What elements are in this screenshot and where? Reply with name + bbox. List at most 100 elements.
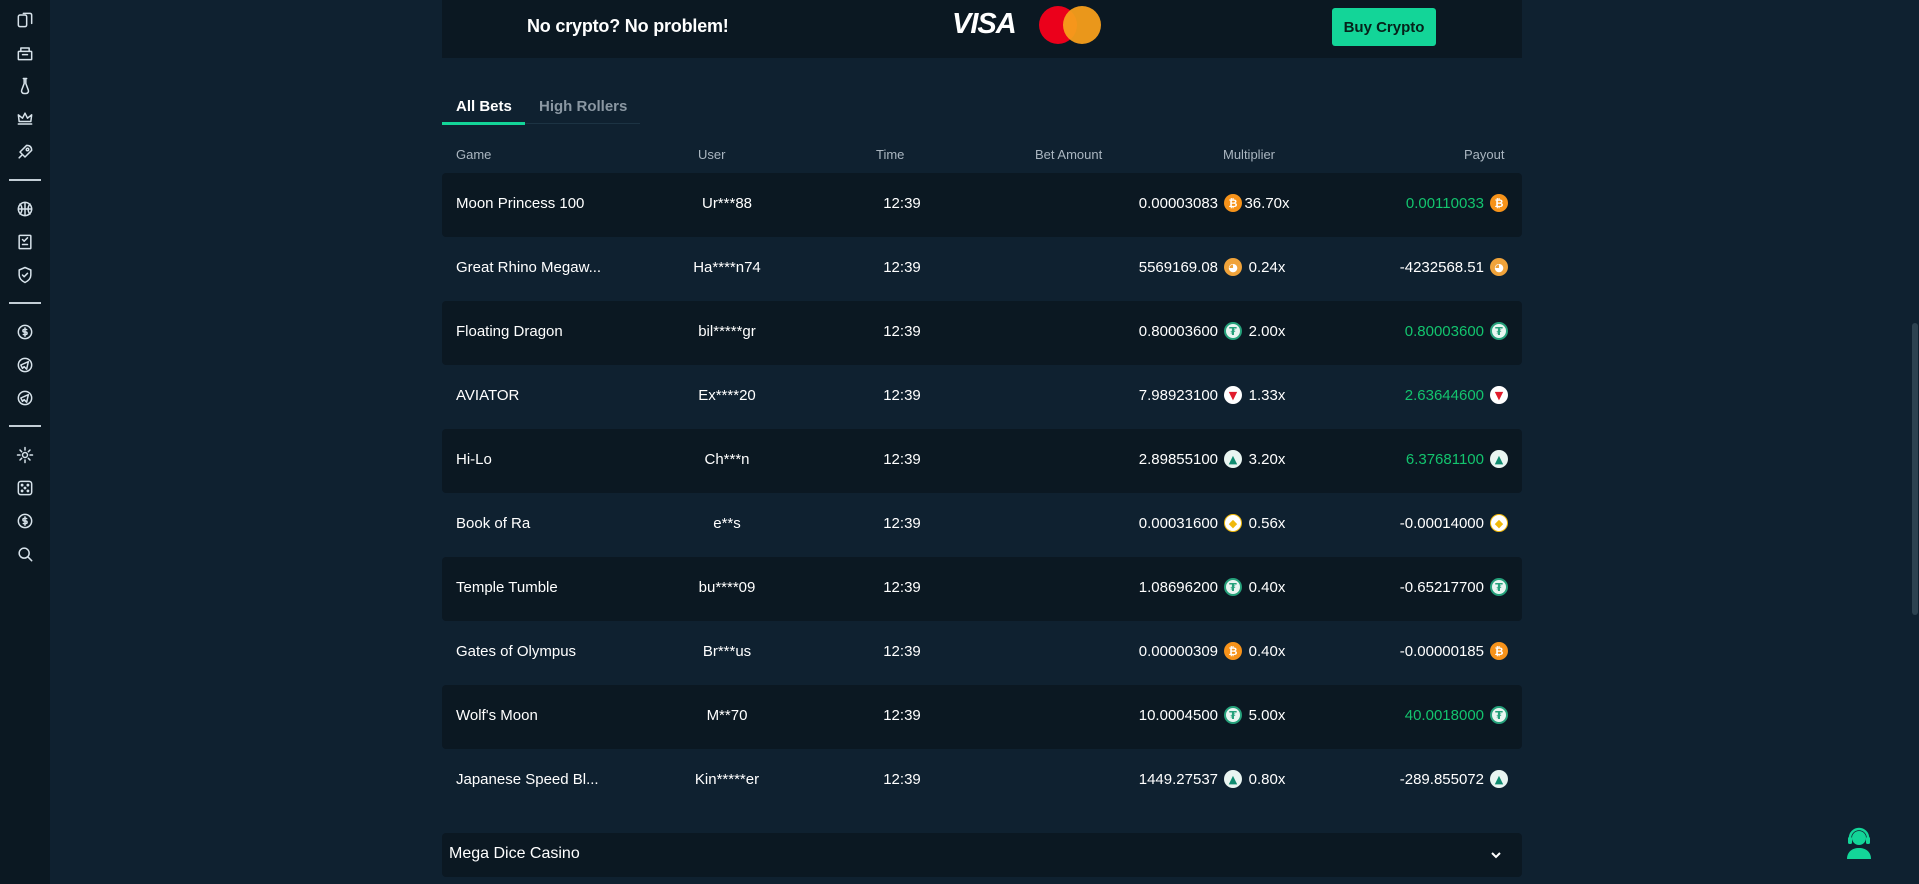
payout: -4232568.51 ◕ <box>1252 258 1508 276</box>
bet-time: 12:39 <box>883 387 921 404</box>
bet-time: 12:39 <box>883 579 921 596</box>
header-multiplier: Multiplier <box>1223 147 1276 162</box>
btc-coin-icon: ₿ <box>1490 642 1508 660</box>
payout-value: -0.00014000 <box>1399 514 1484 532</box>
game-name[interactable]: Temple Tumble <box>456 579 616 596</box>
usdt-coin-icon: ₮ <box>1490 578 1508 596</box>
table-row[interactable]: Gates of Olympus Br***us 12:39 0.00000309 ₿ 0… <box>442 621 1522 685</box>
bet-time: 12:39 <box>883 451 921 468</box>
usdt-coin-icon: ₮ <box>1490 706 1508 724</box>
payout: 40.0018000 ₮ <box>1252 706 1508 724</box>
payout: 6.37681100 ▲ <box>1252 450 1508 468</box>
bet-time: 12:39 <box>883 643 921 660</box>
payout: 0.80003600 ₮ <box>1252 322 1508 340</box>
telegram-alt-icon[interactable] <box>13 386 37 410</box>
payout-value: -289.855072 <box>1399 770 1484 788</box>
support-agent-icon[interactable] <box>1843 826 1875 860</box>
table-row[interactable]: Great Rhino Megaw... Ha****n74 12:39 556916… <box>442 237 1522 301</box>
table-row[interactable]: Temple Tumble bu****09 12:39 1.08696200 ₮ 0.4… <box>442 557 1522 621</box>
payout: -0.00014000 ◆ <box>1252 514 1508 532</box>
game-name[interactable]: Japanese Speed Bl... <box>456 771 616 788</box>
coupon-icon[interactable] <box>13 230 37 254</box>
telegram-icon[interactable] <box>13 353 37 377</box>
payout-value: 6.37681100 <box>1405 450 1484 468</box>
bnb-coin-icon: ◆ <box>1490 514 1508 532</box>
header-bet-amount: Bet Amount <box>1035 147 1103 162</box>
trx-coin-icon: ▼ <box>1490 386 1508 404</box>
bet-time: 12:39 <box>883 515 921 532</box>
basketball-icon[interactable] <box>13 197 37 221</box>
user-name: Kin*****er <box>694 771 760 788</box>
table-row[interactable]: Japanese Speed Bl... Kin*****er 12:39 1449.… <box>442 749 1522 813</box>
payout-value: -4232568.51 <box>1399 258 1484 276</box>
buy-crypto-banner: No crypto? No problem! VISA Buy Crypto <box>442 0 1522 58</box>
cards-icon[interactable] <box>13 8 37 32</box>
bet-time: 12:39 <box>883 259 921 276</box>
rocket-icon[interactable] <box>13 140 37 164</box>
user-name: bil*****gr <box>698 323 756 340</box>
game-name[interactable]: Book of Ra <box>456 515 616 532</box>
usdt-coin-icon: ₮ <box>1490 322 1508 340</box>
chevron-down-icon[interactable] <box>1488 847 1504 863</box>
game-name[interactable]: Gates of Olympus <box>456 643 616 660</box>
game-name[interactable]: Floating Dragon <box>456 323 616 340</box>
table-row[interactable]: Book of Ra e**s 12:39 0.00031600 ◆ 0.56x -0.00… <box>442 493 1522 557</box>
game-name[interactable]: Great Rhino Megaw... <box>456 259 616 276</box>
accordion-title: Mega Dice Casino <box>449 845 580 862</box>
payout-value: 0.00110033 <box>1405 194 1484 212</box>
user-name: e**s <box>713 515 741 532</box>
sidebar-divider <box>9 302 41 304</box>
table-row[interactable]: Hi-Lo Ch***n 12:39 2.89855100 ▲ 3.20x 6.376811… <box>442 429 1522 493</box>
sidebar-divider <box>9 425 41 427</box>
shield-icon[interactable] <box>13 263 37 287</box>
tab-all-bets[interactable]: All Bets <box>456 98 512 115</box>
table-row[interactable]: Moon Princess 100 Ur***88 12:39 0.00003083 ₿… <box>442 173 1522 237</box>
table-row[interactable]: Wolf's Moon M**70 12:39 10.0004500 ₮ 5.00x 40.… <box>442 685 1522 749</box>
main-content: No crypto? No problem! VISA Buy Crypto A… <box>442 0 1522 877</box>
buy-crypto-button[interactable]: Buy Crypto <box>1332 8 1436 46</box>
user-name: bu****09 <box>698 579 756 596</box>
game-name[interactable]: AVIATOR <box>456 387 616 404</box>
payout-value: -0.65217700 <box>1399 578 1484 596</box>
game-name[interactable]: Hi-Lo <box>456 451 616 468</box>
active-tab-indicator <box>442 122 525 125</box>
game-name[interactable]: Wolf's Moon <box>456 707 616 724</box>
bet-time: 12:39 <box>883 323 921 340</box>
header-user: User <box>698 147 726 162</box>
settings-icon[interactable] <box>13 443 37 467</box>
user-name: Ex****20 <box>698 387 756 404</box>
user-name: Br***us <box>702 643 752 660</box>
payout: -0.00000185 ₿ <box>1252 642 1508 660</box>
tri-coin-icon: ▲ <box>1490 450 1508 468</box>
btc-coin-icon: ₿ <box>1490 194 1508 212</box>
payout-value: -0.00000185 <box>1399 642 1484 660</box>
mega-dice-casino-accordion[interactable]: Mega Dice Casino <box>442 833 1522 877</box>
payout: -0.65217700 ₮ <box>1252 578 1508 596</box>
bet-time: 12:39 <box>883 707 921 724</box>
table-row[interactable]: Floating Dragon bil*****gr 12:39 0.80003600… <box>442 301 1522 365</box>
dice-icon[interactable] <box>13 476 37 500</box>
bets-table-header: Game User Time Bet Amount Multiplier Pay… <box>442 147 1522 167</box>
bet-time: 12:39 <box>883 771 921 788</box>
tri-coin-icon: ▲ <box>1490 770 1508 788</box>
mastercard-logo <box>1039 6 1105 44</box>
payout-value: 0.80003600 <box>1404 322 1484 340</box>
payout: 2.63644600 ▼ <box>1252 386 1508 404</box>
scrollbar-thumb[interactable] <box>1912 323 1918 615</box>
dollar-icon[interactable] <box>13 509 37 533</box>
game-name[interactable]: Moon Princess 100 <box>456 195 616 212</box>
sidebar-divider <box>9 179 41 181</box>
dollar-coin-icon[interactable] <box>13 320 37 344</box>
casino-chips-icon[interactable] <box>13 41 37 65</box>
potion-icon[interactable] <box>13 74 37 98</box>
table-row[interactable]: AVIATOR Ex****20 12:39 7.98923100 ▼ 1.33x 2.63… <box>442 365 1522 429</box>
shib-coin-icon: ◕ <box>1490 258 1508 276</box>
crown-icon[interactable] <box>13 107 37 131</box>
header-payout: Payout <box>1464 147 1505 162</box>
user-name: Ch***n <box>704 451 750 468</box>
left-sidebar <box>0 0 50 884</box>
user-name: M**70 <box>706 707 748 724</box>
tab-high-rollers[interactable]: High Rollers <box>539 98 627 115</box>
search-icon[interactable] <box>13 542 37 566</box>
payout-value: 2.63644600 <box>1404 386 1484 404</box>
